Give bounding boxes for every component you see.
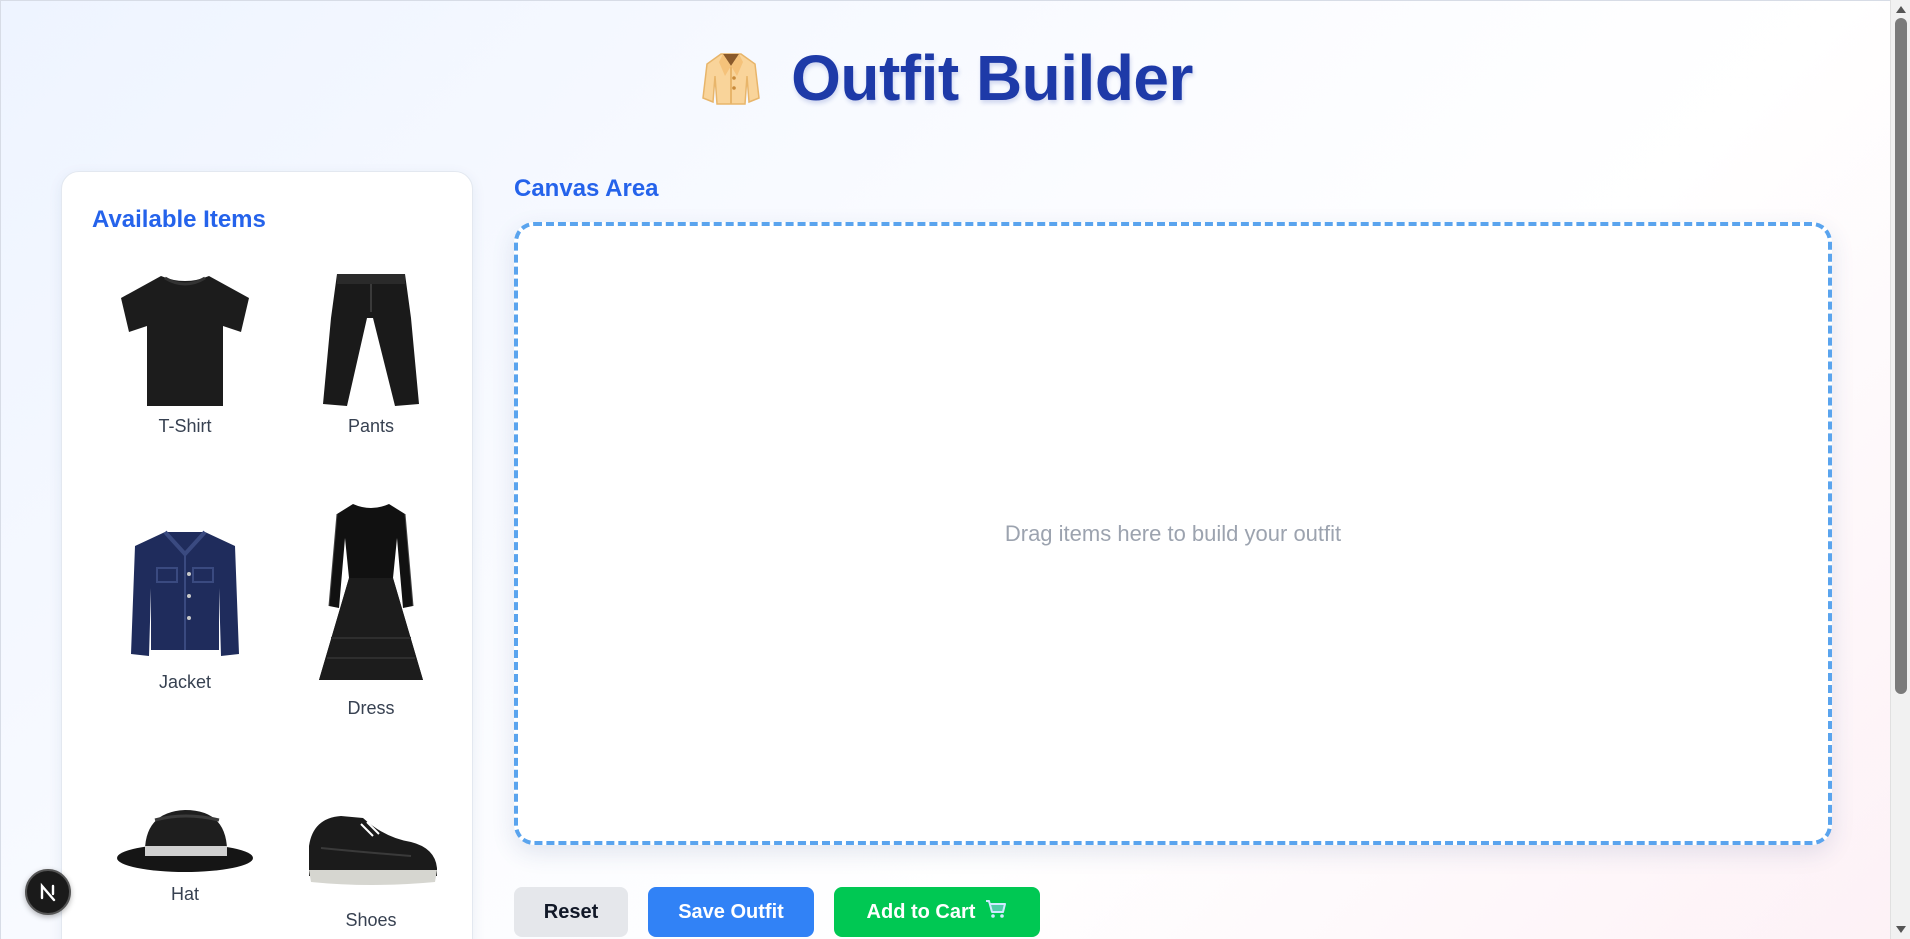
scroll-up-arrow-icon[interactable] [1896, 6, 1906, 13]
reset-button-label: Reset [543, 900, 599, 923]
vertical-scrollbar[interactable] [1890, 0, 1910, 939]
shopping-cart-icon [985, 899, 1007, 925]
scrollbar-thumb[interactable] [1895, 18, 1907, 694]
item-shoes[interactable]: Shoes [278, 798, 464, 931]
scroll-down-arrow-icon[interactable] [1896, 926, 1906, 933]
item-label: Jacket [158, 672, 212, 692]
save-button-label: Save Outfit [678, 900, 784, 923]
app-viewport: Outfit Builder Available Items T-Shirt P… [0, 0, 1890, 939]
item-label: Pants [347, 416, 395, 436]
hat-icon [117, 810, 253, 872]
page-title: Outfit Builder [791, 42, 1193, 114]
next-dev-indicator[interactable] [25, 869, 71, 915]
item-label: T-Shirt [158, 416, 212, 436]
item-tshirt[interactable]: T-Shirt [92, 268, 278, 437]
jacket-icon [131, 530, 239, 656]
item-label: Dress [347, 698, 395, 718]
dress-icon [319, 504, 423, 680]
shoe-icon [309, 816, 437, 885]
item-dress[interactable]: Dress [278, 498, 464, 719]
item-jacket[interactable]: Jacket [92, 524, 278, 693]
item-pants[interactable]: Pants [278, 268, 464, 437]
item-label: Shoes [345, 910, 397, 930]
add-to-cart-button[interactable]: Add to Cart [834, 887, 1040, 937]
page-header: Outfit Builder [1, 41, 1891, 115]
reset-button[interactable]: Reset [514, 887, 628, 937]
coat-icon [699, 46, 763, 110]
canvas-placeholder: Drag items here to build your outfit [1004, 520, 1342, 546]
item-hat[interactable]: Hat [92, 798, 278, 905]
canvas-title: Canvas Area [514, 175, 659, 202]
cart-button-label: Add to Cart [866, 900, 976, 923]
item-label: Hat [170, 884, 199, 904]
pants-icon [323, 274, 419, 406]
canvas-drop-zone[interactable]: Drag items here to build your outfit [514, 222, 1832, 845]
n-logo-icon [40, 882, 56, 902]
available-items-panel: Available Items T-Shirt Pants Jacket Dre… [61, 171, 473, 939]
save-outfit-button[interactable]: Save Outfit [648, 887, 814, 937]
tshirt-icon [121, 276, 249, 406]
panel-title: Available Items [92, 206, 266, 233]
